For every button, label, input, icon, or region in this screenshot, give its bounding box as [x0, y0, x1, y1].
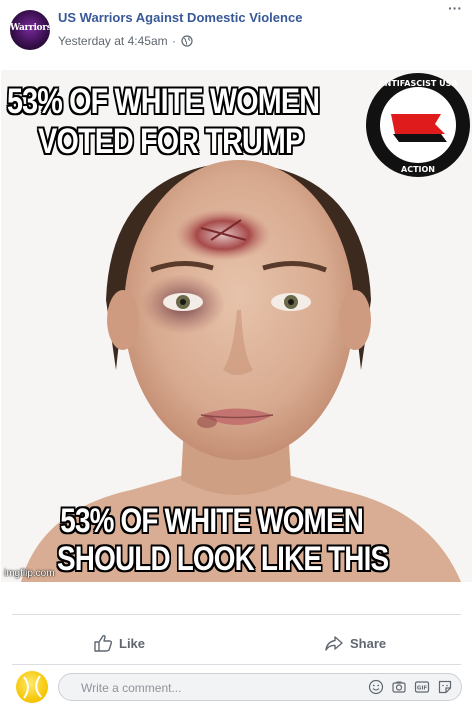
comment-placeholder: Write a comment... — [81, 681, 182, 695]
post-header: Warriors US Warriors Against Domestic Vi… — [0, 0, 473, 70]
meme-top-line-1: 53% OF WHITE WOMEN — [7, 82, 320, 121]
imgflip-watermark: imgflip.com — [4, 568, 55, 579]
comment-tools: GIF — [368, 679, 453, 695]
thumbs-up-icon — [94, 634, 113, 652]
comment-composer: Write a comment... GIF — [0, 668, 473, 706]
tennis-ball-icon — [23, 675, 42, 699]
antifa-badge-icon: ANTIFASCIST USA ACTION — [366, 73, 470, 177]
camera-icon[interactable] — [391, 679, 407, 695]
page-avatar[interactable]: Warriors — [10, 10, 50, 50]
divider-top — [12, 614, 461, 615]
meme-bottom-caption: 53% OF WHITE WOMEN SHOULD LOOK LIKE THIS — [57, 502, 389, 578]
comment-input[interactable]: Write a comment... GIF — [58, 673, 462, 701]
meme-top-line-2: VOTED FOR TRUMP — [38, 122, 304, 161]
meme-bottom-line-1: 53% OF WHITE WOMEN — [60, 502, 364, 540]
badge-top-text: ANTIFASCIST USA — [378, 79, 458, 88]
share-arrow-icon — [325, 636, 343, 651]
more-options-button[interactable]: ··· — [444, 1, 466, 18]
divider-bottom — [12, 664, 461, 665]
post-timestamp[interactable]: Yesterday at 4:45am — [58, 34, 168, 48]
page-name-link[interactable]: US Warriors Against Domestic Violence — [58, 10, 302, 25]
post-actions: Like Share — [0, 624, 473, 662]
svg-text:GIF: GIF — [417, 686, 428, 692]
gif-icon[interactable]: GIF — [414, 679, 430, 695]
meme-top-caption: 53% OF WHITE WOMEN VOTED FOR TRUMP — [7, 82, 335, 162]
emoji-icon[interactable] — [368, 679, 384, 695]
meme-bottom-line-2: SHOULD LOOK LIKE THIS — [57, 540, 389, 578]
badge-bottom-text: ACTION — [401, 165, 435, 174]
globe-icon[interactable] — [181, 35, 193, 47]
post-image[interactable]: ANTIFASCIST USA ACTION 53% OF WHITE WOME… — [1, 70, 472, 582]
like-label: Like — [119, 635, 146, 651]
timestamp-separator: · — [172, 34, 176, 48]
share-label: Share — [350, 635, 387, 651]
share-button[interactable]: Share — [324, 624, 386, 662]
commenter-avatar[interactable] — [16, 671, 48, 703]
sticker-icon[interactable] — [437, 679, 453, 695]
like-button[interactable]: Like — [93, 624, 145, 662]
avatar-label: Warriors — [10, 23, 50, 33]
